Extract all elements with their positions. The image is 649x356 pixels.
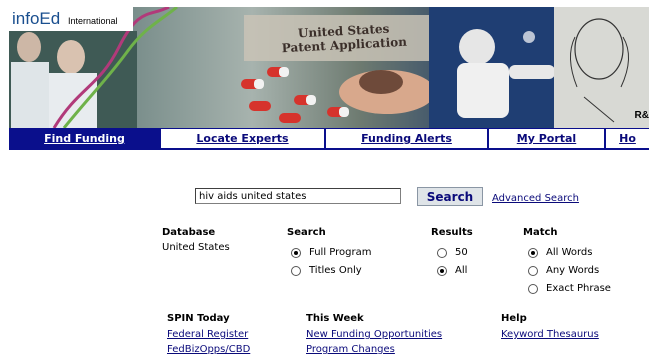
radio-full-program-label: Full Program — [309, 247, 372, 258]
radio-results-50-label: 50 — [455, 247, 468, 258]
database-value: United States — [162, 242, 230, 253]
search-scope-heading: Search — [287, 227, 326, 238]
header-banner: infoEd International United States Paten… — [9, 7, 649, 128]
match-heading: Match — [523, 227, 558, 238]
radio-exact-phrase-indicator[interactable] — [528, 283, 538, 294]
link-fedbizopps[interactable]: FedBizOpps/CBD — [167, 344, 250, 355]
radio-results-50-indicator[interactable] — [437, 247, 447, 258]
banner-corner-text: R& — [634, 110, 649, 121]
infoed-logo: infoEd — [12, 9, 61, 28]
database-heading: Database — [162, 227, 216, 238]
main-navigation: Find Funding Locate Experts Funding Aler… — [9, 128, 649, 150]
radio-any-words[interactable]: Any Words — [528, 265, 599, 276]
radio-any-words-indicator[interactable] — [528, 265, 538, 276]
radio-full-program[interactable]: Full Program — [291, 247, 371, 258]
radio-exact-phrase[interactable]: Exact Phrase — [528, 283, 611, 294]
radio-titles-only-label: Titles Only — [309, 265, 362, 276]
radio-titles-only[interactable]: Titles Only — [291, 265, 362, 276]
radio-all-words-label: All Words — [546, 247, 593, 258]
radio-any-words-label: Any Words — [546, 265, 600, 276]
search-input[interactable] — [195, 188, 401, 204]
advanced-search-link[interactable]: Advanced Search — [492, 193, 579, 204]
radio-results-50[interactable]: 50 — [437, 247, 468, 258]
help-heading: Help — [501, 313, 527, 324]
logo-area: infoEd International — [9, 7, 133, 31]
radio-results-all-label: All — [455, 265, 468, 276]
tab-home[interactable]: Ho — [605, 129, 649, 148]
radio-full-program-indicator[interactable] — [291, 247, 301, 258]
tab-locate-experts[interactable]: Locate Experts — [160, 129, 324, 148]
tab-my-portal[interactable]: My Portal — [488, 129, 604, 148]
radio-titles-only-indicator[interactable] — [291, 265, 301, 276]
radio-all-words[interactable]: All Words — [528, 247, 593, 258]
logo-subtitle: International — [68, 16, 118, 26]
radio-exact-phrase-label: Exact Phrase — [546, 283, 611, 294]
this-week-heading: This Week — [306, 313, 364, 324]
link-keyword-thesaurus[interactable]: Keyword Thesaurus — [501, 329, 599, 340]
spin-today-heading: SPIN Today — [167, 313, 230, 324]
tab-funding-alerts[interactable]: Funding Alerts — [325, 129, 487, 148]
radio-results-all-indicator[interactable] — [437, 265, 447, 276]
radio-all-words-indicator[interactable] — [528, 247, 538, 258]
results-heading: Results — [431, 227, 473, 238]
link-federal-register[interactable]: Federal Register — [167, 329, 248, 340]
link-program-changes[interactable]: Program Changes — [306, 344, 395, 355]
radio-results-all[interactable]: All — [437, 265, 467, 276]
search-button[interactable]: Search — [417, 187, 483, 206]
tab-find-funding[interactable]: Find Funding — [9, 129, 159, 148]
link-new-funding-opportunities[interactable]: New Funding Opportunities — [306, 329, 442, 340]
